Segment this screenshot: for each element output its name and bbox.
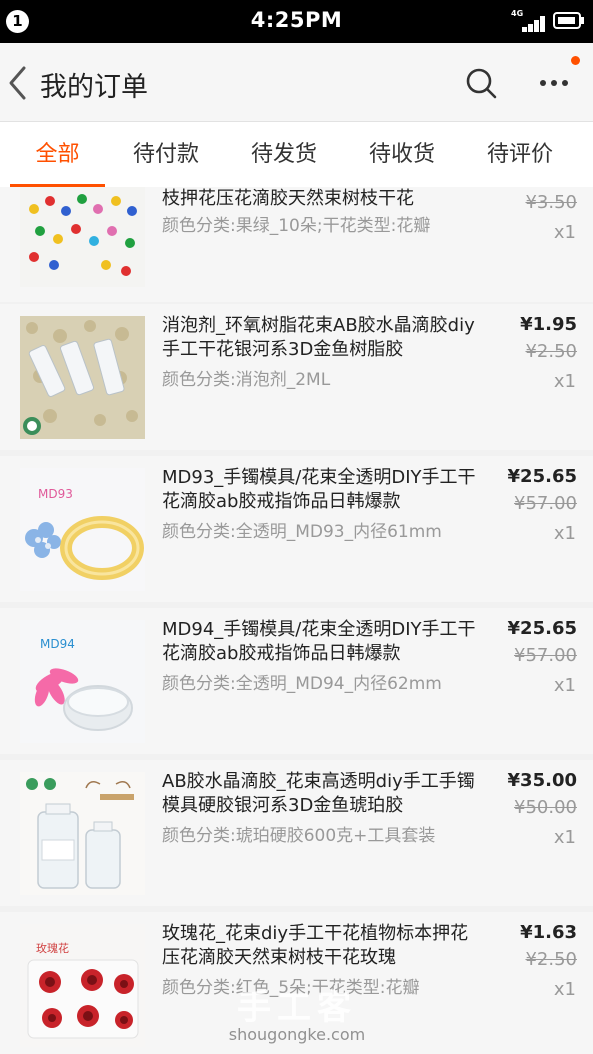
current-price: ¥25.65 — [507, 618, 577, 639]
battery-tip — [581, 17, 584, 24]
product-thumbnail: MD93 — [20, 468, 145, 591]
back-button[interactable] — [4, 63, 34, 103]
signal-icon — [512, 14, 545, 32]
item-quantity: x1 — [553, 523, 576, 544]
item-title: 玫瑰花_花束diy手工干花植物标本押花压花滴胶天然束树枝干花玫瑰 — [162, 923, 469, 968]
item-title: AB胶水晶滴胶_花束高透明diy手工手镯模具硬胶银河系3D金鱼琥珀胶 — [162, 771, 475, 816]
product-thumbnail: MD94 — [20, 620, 145, 743]
current-price: ¥1.95 — [520, 314, 577, 335]
item-quantity: x1 — [553, 371, 576, 392]
original-price: ¥50.00 — [514, 797, 577, 818]
original-price: ¥57.00 — [514, 493, 577, 514]
item-spec: 颜色分类:全透明_MD94_内径62mm — [162, 674, 442, 694]
chevron-left-icon — [9, 66, 26, 100]
item-title: 枝押花压花滴胶天然束树枝干花 — [162, 188, 414, 209]
order-tabs: 全部 待付款 待发货 待收货 待评价 — [0, 121, 593, 188]
thumb-model-label: MD93 — [38, 487, 73, 501]
more-dots-icon — [540, 80, 568, 86]
current-price: ¥1.63 — [520, 922, 577, 943]
tab-pending-receipt[interactable]: 待收货 — [352, 122, 452, 188]
product-thumbnail — [20, 187, 145, 287]
status-bar: 1 4:25PM 4G — [0, 0, 593, 43]
item-quantity: x1 — [553, 979, 576, 1000]
page-title: 我的订单 — [40, 72, 148, 103]
item-title: MD94_手镯模具/花束全透明DIY手工干花滴胶ab胶戒指饰品日韩爆款 — [162, 619, 476, 664]
search-icon — [466, 68, 497, 99]
order-item[interactable]: MD94 MD94_手镯模具/花束全透明DIY手工干花滴胶ab胶戒指饰品日韩爆款… — [0, 608, 593, 754]
current-price: ¥25.65 — [507, 466, 577, 487]
original-price: ¥2.50 — [525, 949, 577, 970]
more-button[interactable] — [536, 70, 572, 96]
current-price: ¥35.00 — [507, 770, 577, 791]
original-price: ¥3.50 — [525, 192, 577, 213]
product-thumbnail — [20, 772, 145, 895]
item-spec: 颜色分类:全透明_MD93_内径61mm — [162, 522, 442, 542]
search-button[interactable] — [463, 65, 499, 101]
order-item[interactable]: AB胶水晶滴胶_花束高透明diy手工手镯模具硬胶银河系3D金鱼琥珀胶 颜色分类:… — [0, 760, 593, 906]
original-price: ¥57.00 — [514, 645, 577, 666]
notification-dot — [571, 56, 580, 65]
thumb-model-label: MD94 — [40, 637, 75, 651]
item-spec: 颜色分类:消泡剂_2ML — [162, 370, 331, 390]
battery-icon — [553, 12, 581, 29]
item-quantity: x1 — [553, 675, 576, 696]
tab-pending-shipment[interactable]: 待发货 — [234, 122, 334, 188]
order-item[interactable]: 枝押花压花滴胶天然束树枝干花 颜色分类:果绿_10朵;干花类型:花瓣 ¥3.50… — [0, 187, 593, 302]
thumb-product-label: 玫瑰花 — [36, 941, 69, 955]
nav-bar: 我的订单 — [0, 43, 593, 121]
product-thumbnail: 玫瑰花 — [20, 924, 145, 1047]
tab-all[interactable]: 全部 — [10, 122, 105, 188]
tab-pending-payment[interactable]: 待付款 — [116, 122, 216, 188]
watermark-logo-text: 手工客 — [237, 988, 357, 1028]
item-title: MD93_手镯模具/花束全透明DIY手工干花滴胶ab胶戒指饰品日韩爆款 — [162, 467, 476, 512]
original-price: ¥2.50 — [525, 341, 577, 362]
status-time: 4:25PM — [250, 8, 343, 32]
product-thumbnail — [20, 316, 145, 439]
item-spec: 颜色分类:琥珀硬胶600克+工具套装 — [162, 826, 436, 846]
item-title: 消泡剂_环氧树脂花束AB胶水晶滴胶diy手工干花银河系3D金鱼树脂胶 — [162, 315, 475, 360]
item-quantity: x1 — [553, 827, 576, 848]
item-spec: 颜色分类:果绿_10朵;干花类型:花瓣 — [162, 216, 431, 236]
watermark: 手工客 shougongke.com — [212, 980, 382, 1044]
item-quantity: x1 — [553, 222, 576, 243]
order-item[interactable]: MD93 MD93_手镯模具/花束全透明DIY手工干花滴胶ab胶戒指饰品日韩爆款… — [0, 456, 593, 602]
watermark-url: shougongke.com — [228, 1025, 366, 1044]
tab-pending-review[interactable]: 待评价 — [470, 122, 570, 188]
order-item[interactable]: 消泡剂_环氧树脂花束AB胶水晶滴胶diy手工干花银河系3D金鱼树脂胶 颜色分类:… — [0, 304, 593, 450]
